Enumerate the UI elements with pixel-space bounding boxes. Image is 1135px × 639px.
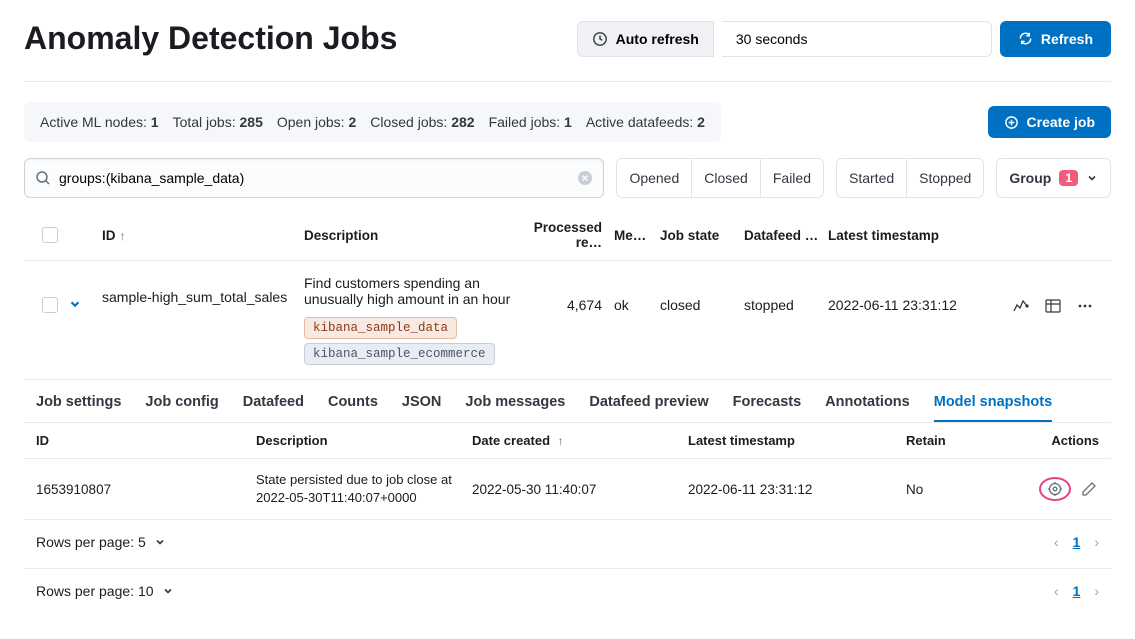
job-id: sample-high_sum_total_sales bbox=[98, 275, 304, 305]
col-id[interactable]: ID↑ bbox=[98, 228, 304, 243]
row-checkbox[interactable] bbox=[42, 297, 58, 313]
snap-col-id[interactable]: ID bbox=[36, 433, 256, 448]
chevron-down-icon bbox=[1086, 172, 1098, 184]
prev-page-icon[interactable]: ‹ bbox=[1054, 534, 1059, 550]
job-group-tag[interactable]: kibana_sample_data bbox=[304, 317, 457, 339]
tab-forecasts[interactable]: Forecasts bbox=[733, 394, 802, 422]
next-page-icon[interactable]: › bbox=[1094, 583, 1099, 599]
clock-pause-icon bbox=[592, 31, 608, 47]
col-description[interactable]: Description bbox=[304, 228, 514, 243]
refresh-button[interactable]: Refresh bbox=[1000, 21, 1111, 57]
filter-group[interactable]: Group 1 bbox=[997, 159, 1110, 197]
col-processed[interactable]: Processed re… bbox=[514, 220, 614, 250]
filter-closed[interactable]: Closed bbox=[692, 159, 761, 197]
filter-group-label: Group bbox=[1009, 170, 1051, 186]
rows-per-page-outer[interactable]: Rows per page: 10 bbox=[36, 583, 174, 599]
col-latest-timestamp[interactable]: Latest timestamp bbox=[828, 228, 998, 243]
view-job-icon[interactable] bbox=[1043, 296, 1063, 316]
snapshot-retain: No bbox=[906, 482, 1036, 497]
create-job-button[interactable]: Create job bbox=[988, 106, 1111, 138]
expand-row-icon[interactable] bbox=[68, 275, 98, 311]
filter-started[interactable]: Started bbox=[837, 159, 907, 197]
snap-col-retain[interactable]: Retain bbox=[906, 433, 1036, 448]
tab-job-config[interactable]: Job config bbox=[145, 394, 218, 422]
memory-value: ok bbox=[614, 275, 660, 313]
plus-circle-icon bbox=[1004, 115, 1019, 130]
snap-col-description[interactable]: Description bbox=[256, 433, 472, 448]
auto-refresh-button[interactable]: Auto refresh bbox=[577, 21, 714, 57]
tab-annotations[interactable]: Annotations bbox=[825, 394, 910, 422]
tab-job-settings[interactable]: Job settings bbox=[36, 394, 121, 422]
stats-bar: Active ML nodes: 1 Total jobs: 285 Open … bbox=[24, 102, 721, 142]
search-input[interactable] bbox=[51, 170, 577, 186]
snap-col-actions: Actions bbox=[1036, 433, 1099, 448]
snapshot-row: 1653910807 State persisted due to job cl… bbox=[24, 459, 1111, 520]
tab-json[interactable]: JSON bbox=[402, 394, 442, 422]
jobs-table-row: sample-high_sum_total_sales Find custome… bbox=[24, 261, 1111, 380]
next-page-icon[interactable]: › bbox=[1094, 534, 1099, 550]
jobs-pager: Rows per page: 10 ‹ 1 › bbox=[24, 568, 1111, 613]
tab-datafeed[interactable]: Datafeed bbox=[243, 394, 304, 422]
view-results-icon[interactable] bbox=[1011, 296, 1031, 316]
tab-counts[interactable]: Counts bbox=[328, 394, 378, 422]
page-number[interactable]: 1 bbox=[1073, 583, 1081, 599]
col-memory[interactable]: Me… bbox=[614, 228, 660, 243]
clear-search-icon[interactable] bbox=[577, 170, 593, 186]
create-job-label: Create job bbox=[1027, 114, 1095, 130]
prev-page-icon[interactable]: ‹ bbox=[1054, 583, 1059, 599]
refresh-label: Refresh bbox=[1041, 31, 1093, 47]
page-number[interactable]: 1 bbox=[1073, 534, 1081, 550]
job-group-tag[interactable]: kibana_sample_ecommerce bbox=[304, 343, 495, 365]
tab-model-snapshots[interactable]: Model snapshots bbox=[934, 394, 1052, 422]
page-title: Anomaly Detection Jobs bbox=[24, 20, 397, 57]
chevron-down-icon bbox=[154, 536, 166, 548]
refresh-icon bbox=[1018, 31, 1033, 46]
revert-snapshot-icon[interactable] bbox=[1045, 479, 1065, 499]
col-datafeed[interactable]: Datafeed … bbox=[744, 228, 828, 243]
snapshot-id: 1653910807 bbox=[36, 482, 256, 497]
refresh-interval-input[interactable] bbox=[722, 21, 992, 57]
jobs-table-header: ID↑ Description Processed re… Me… Job st… bbox=[24, 210, 1111, 261]
snapshot-date: 2022-05-30 11:40:07 bbox=[472, 482, 688, 497]
snapshot-latest-ts: 2022-06-11 23:31:12 bbox=[688, 482, 906, 497]
filter-failed[interactable]: Failed bbox=[761, 159, 823, 197]
chevron-down-icon bbox=[162, 585, 174, 597]
job-state-value: closed bbox=[660, 275, 744, 313]
snapshots-header: ID Description Date created ↑ Latest tim… bbox=[24, 423, 1111, 459]
more-actions-icon[interactable] bbox=[1075, 296, 1095, 316]
filter-opened[interactable]: Opened bbox=[617, 159, 692, 197]
tab-datafeed-preview[interactable]: Datafeed preview bbox=[589, 394, 708, 422]
select-all-checkbox[interactable] bbox=[42, 227, 58, 243]
rows-per-page-inner[interactable]: Rows per page: 5 bbox=[36, 534, 166, 550]
search-wrapper[interactable] bbox=[24, 158, 604, 198]
col-job-state[interactable]: Job state bbox=[660, 228, 744, 243]
edit-snapshot-icon[interactable] bbox=[1079, 479, 1099, 499]
job-description: Find customers spending an unusually hig… bbox=[304, 275, 514, 307]
processed-value: 4,674 bbox=[514, 275, 614, 313]
datafeed-value: stopped bbox=[744, 275, 828, 313]
tab-job-messages[interactable]: Job messages bbox=[465, 394, 565, 422]
sort-asc-icon: ↑ bbox=[120, 229, 126, 243]
group-count-badge: 1 bbox=[1059, 170, 1078, 186]
job-tabs: Job settings Job config Datafeed Counts … bbox=[24, 380, 1111, 423]
snapshot-description: State persisted due to job close at 2022… bbox=[256, 471, 472, 507]
snapshots-pager: Rows per page: 5 ‹ 1 › bbox=[24, 520, 1111, 564]
sort-asc-icon: ↑ bbox=[558, 434, 564, 448]
auto-refresh-label: Auto refresh bbox=[616, 31, 699, 47]
search-icon bbox=[35, 170, 51, 186]
snap-col-latest-ts[interactable]: Latest timestamp bbox=[688, 433, 906, 448]
snap-col-date-created[interactable]: Date created ↑ bbox=[472, 433, 688, 448]
filter-stopped[interactable]: Stopped bbox=[907, 159, 983, 197]
latest-timestamp-value: 2022-06-11 23:31:12 bbox=[828, 275, 998, 313]
revert-snapshot-highlight bbox=[1039, 477, 1071, 501]
